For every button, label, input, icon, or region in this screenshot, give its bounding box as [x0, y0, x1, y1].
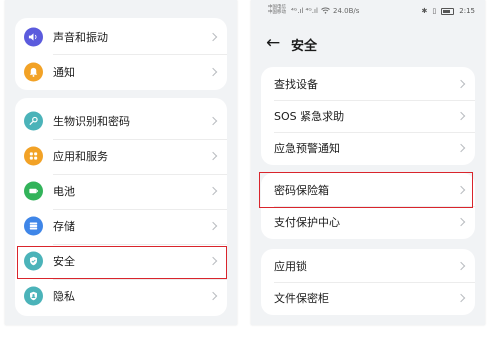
- storage-icon: [24, 216, 43, 236]
- battery-icon: [24, 181, 43, 201]
- security-item-sos[interactable]: SOS 紧急求助: [261, 99, 475, 133]
- security-item-emergency-alerts[interactable]: 应急预警通知: [261, 131, 475, 165]
- grid-icon: [24, 146, 43, 166]
- bell-icon: [24, 62, 43, 82]
- sound-notification-card: 声音和振动 通知: [15, 18, 227, 90]
- highlight-box-security: [17, 246, 227, 279]
- settings-item-label: 隐私: [53, 290, 75, 303]
- carrier-2: 中国移动: [268, 10, 286, 15]
- settings-item-label: 存储: [53, 220, 75, 233]
- vibrate-icon: ▯: [432, 7, 437, 15]
- security-group-3: 应用锁 文件保密柜: [261, 249, 475, 315]
- clock: 2:15: [459, 7, 475, 15]
- settings-item-label: 通知: [53, 66, 75, 79]
- page-title: 安全: [291, 39, 318, 54]
- security-item-find-device[interactable]: 查找设备: [261, 67, 475, 101]
- chevron-right-icon: [208, 67, 218, 77]
- chevron-right-icon: [208, 186, 218, 196]
- chevron-right-icon: [208, 32, 218, 42]
- settings-item-label: 声音和振动: [53, 31, 108, 44]
- security-item-label: 应急预警通知: [274, 142, 340, 155]
- settings-item-apps-services[interactable]: 应用和服务: [15, 139, 227, 173]
- signal-icon: ⁴ᴳ.ıl ⁴ᴳ.ıl: [291, 7, 318, 15]
- battery-status-icon: [441, 7, 455, 15]
- settings-item-privacy[interactable]: 隐私: [15, 279, 227, 313]
- settings-item-label: 应用和服务: [53, 150, 108, 163]
- left-settings-screen: 声音和振动 通知 生物识别和密码 应用和服务 电池 存储 安全 隐私: [5, 0, 237, 325]
- right-security-screen: 中国电信 中国移动 ⁴ᴳ.ıl ⁴ᴳ.ıl 24.0B/s ✱ ▯ 2:15 ←…: [251, 0, 485, 325]
- settings-item-sound[interactable]: 声音和振动: [15, 20, 227, 54]
- status-right: ✱ ▯ 2:15: [422, 7, 475, 15]
- speaker-icon: [24, 27, 43, 47]
- security-group-1: 查找设备 SOS 紧急求助 应急预警通知: [261, 67, 475, 165]
- settings-item-biometrics[interactable]: 生物识别和密码: [15, 104, 227, 138]
- security-item-label: 文件保密柜: [274, 292, 329, 305]
- shield-person-icon: [24, 286, 43, 306]
- security-item-label: 支付保护中心: [274, 216, 340, 229]
- carrier-labels: 中国电信 中国移动: [268, 5, 286, 15]
- wifi-icon: [321, 7, 330, 16]
- back-arrow-icon[interactable]: ←: [266, 34, 280, 52]
- settings-item-storage[interactable]: 存储: [15, 209, 227, 243]
- title-bar: ← 安全: [251, 30, 485, 58]
- chevron-right-icon: [208, 221, 218, 231]
- chevron-right-icon: [456, 217, 466, 227]
- chevron-right-icon: [456, 143, 466, 153]
- security-item-label: SOS 紧急求助: [274, 110, 345, 123]
- status-bar: 中国电信 中国移动 ⁴ᴳ.ıl ⁴ᴳ.ıl 24.0B/s ✱ ▯ 2:15: [251, 0, 485, 24]
- chevron-right-icon: [456, 261, 466, 271]
- settings-item-label: 生物识别和密码: [53, 115, 130, 128]
- security-item-label: 应用锁: [274, 260, 307, 273]
- settings-item-battery[interactable]: 电池: [15, 174, 227, 208]
- settings-item-label: 电池: [53, 185, 75, 198]
- bluetooth-icon: ✱: [421, 7, 428, 15]
- security-item-payment-protection[interactable]: 支付保护中心: [261, 205, 475, 239]
- chevron-right-icon: [208, 116, 218, 126]
- security-item-app-lock[interactable]: 应用锁: [261, 249, 475, 283]
- chevron-right-icon: [456, 293, 466, 303]
- chevron-right-icon: [208, 151, 218, 161]
- security-item-label: 查找设备: [274, 78, 318, 91]
- highlight-box-password-vault: [259, 172, 473, 208]
- security-item-file-safe[interactable]: 文件保密柜: [261, 281, 475, 315]
- chevron-right-icon: [456, 111, 466, 121]
- network-speed: 24.0B/s: [333, 7, 360, 15]
- chevron-right-icon: [208, 291, 218, 301]
- system-settings-card: 生物识别和密码 应用和服务 电池 存储 安全 隐私: [15, 98, 227, 316]
- settings-item-notification[interactable]: 通知: [15, 55, 227, 89]
- key-icon: [24, 111, 43, 131]
- chevron-right-icon: [456, 79, 466, 89]
